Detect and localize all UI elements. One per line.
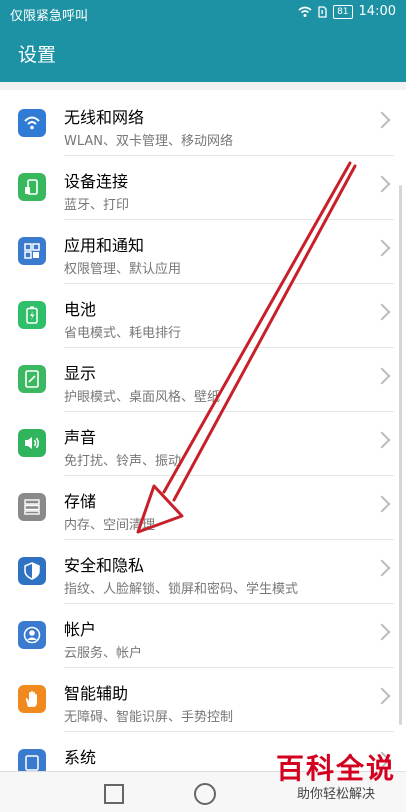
scrollbar[interactable] (399, 185, 402, 725)
settings-item-label: 应用和通知 (64, 236, 145, 255)
settings-list: 无线和网络 WLAN、双卡管理、移动网络 设备连接 蓝牙、打印 应用和通知 权限… (0, 90, 406, 772)
status-right: 81 14:00 (298, 4, 396, 19)
settings-item-label: 电池 (64, 300, 97, 319)
status-time: 14:00 (358, 4, 396, 19)
settings-item-smart-assist[interactable]: 智能辅助 无障碍、智能识屏、手势控制 (0, 668, 406, 732)
status-bar: 仅限紧急呼叫 81 14:00 (0, 0, 406, 26)
status-left-text: 仅限紧急呼叫 (10, 9, 89, 24)
battery-icon (18, 301, 46, 329)
settings-item-subtitle: 云服务、帐户 (64, 646, 143, 661)
settings-item-label: 显示 (64, 364, 97, 383)
chevron-right-icon (373, 687, 391, 705)
system-icon (18, 749, 46, 772)
settings-item-battery[interactable]: 电池 省电模式、耗电排行 (0, 284, 406, 348)
shield-icon (18, 557, 46, 585)
home-button[interactable] (194, 783, 216, 805)
watermark: 百科全说 助你轻松解决 (276, 747, 396, 802)
settings-item-subtitle: 权限管理、默认应用 (64, 262, 182, 277)
settings-item-subtitle: WLAN、双卡管理、移动网络 (64, 134, 234, 149)
app-bar: 设置 (0, 26, 406, 82)
chevron-right-icon (373, 559, 391, 577)
sound-icon (18, 429, 46, 457)
settings-item-label: 智能辅助 (64, 684, 129, 703)
settings-item-label: 声音 (64, 428, 97, 447)
settings-item-subtitle: 指纹、人脸解锁、锁屏和密码、学生模式 (64, 582, 299, 597)
settings-item-device-connect[interactable]: 设备连接 蓝牙、打印 (0, 156, 406, 220)
settings-item-label: 无线和网络 (64, 108, 145, 127)
settings-item-wireless[interactable]: 无线和网络 WLAN、双卡管理、移动网络 (0, 92, 406, 156)
watermark-title: 百科全说 (275, 752, 396, 785)
settings-item-label: 存储 (64, 492, 97, 511)
chevron-right-icon (373, 303, 391, 321)
settings-item-label: 系统 (64, 748, 97, 767)
wifi-icon (18, 109, 46, 137)
settings-item-subtitle: 内存、空间清理 (64, 518, 156, 533)
chevron-right-icon (373, 239, 391, 257)
settings-item-apps[interactable]: 应用和通知 权限管理、默认应用 (0, 220, 406, 284)
account-icon (18, 621, 46, 649)
chevron-right-icon (373, 175, 391, 193)
settings-item-account[interactable]: 帐户 云服务、帐户 (0, 604, 406, 668)
storage-icon (18, 493, 46, 521)
sim-status-icon (318, 5, 327, 18)
settings-item-subtitle: 护眼模式、桌面风格、壁纸 (64, 390, 221, 405)
settings-item-label: 帐户 (64, 620, 97, 639)
wifi-status-icon (298, 6, 312, 17)
chevron-right-icon (373, 431, 391, 449)
settings-item-subtitle: 免打扰、铃声、振动 (64, 454, 182, 469)
settings-item-subtitle: 蓝牙、打印 (64, 198, 130, 213)
chevron-right-icon (373, 367, 391, 385)
chevron-right-icon (373, 111, 391, 129)
page-title: 设置 (18, 44, 57, 66)
settings-item-subtitle: 省电模式、耗电排行 (64, 326, 182, 341)
apps-icon (18, 237, 46, 265)
settings-item-label: 安全和隐私 (64, 556, 145, 575)
settings-item-display[interactable]: 显示 护眼模式、桌面风格、壁纸 (0, 348, 406, 412)
recent-apps-button[interactable] (104, 784, 124, 804)
device-connect-icon (18, 173, 46, 201)
hand-icon (18, 685, 46, 713)
settings-item-label: 设备连接 (64, 172, 129, 191)
settings-item-security-privacy[interactable]: 安全和隐私 指纹、人脸解锁、锁屏和密码、学生模式 (0, 540, 406, 604)
settings-item-sound[interactable]: 声音 免打扰、铃声、振动 (0, 412, 406, 476)
display-icon (18, 365, 46, 393)
settings-item-subtitle: 无障碍、智能识屏、手势控制 (64, 710, 234, 725)
chevron-right-icon (373, 623, 391, 641)
settings-item-storage[interactable]: 存储 内存、空间清理 (0, 476, 406, 540)
chevron-right-icon (373, 495, 391, 513)
battery-indicator: 81 (333, 4, 353, 19)
